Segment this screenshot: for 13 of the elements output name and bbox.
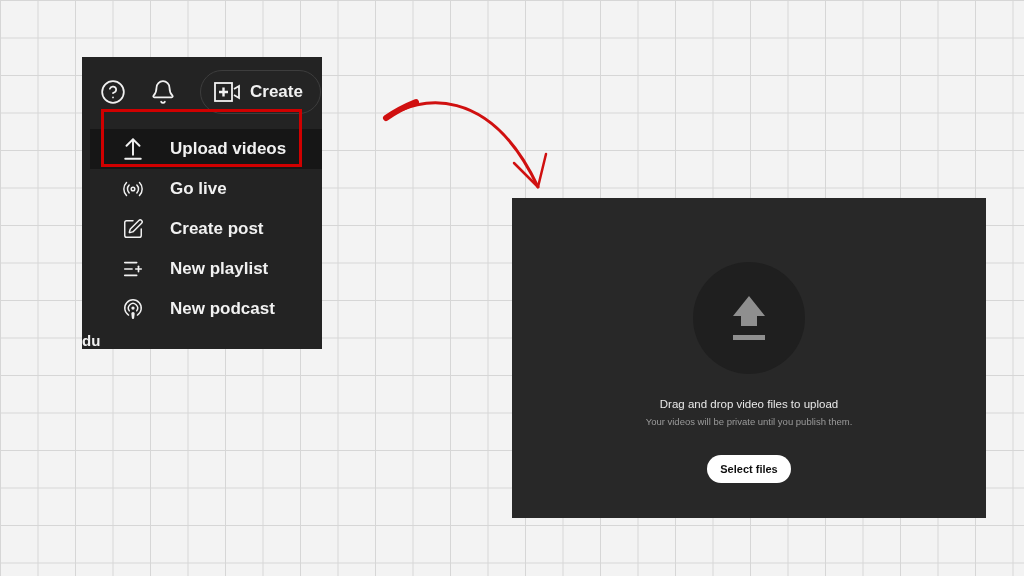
menu-item[interactable]: Upload videos [90,129,322,169]
create-button[interactable]: Create [200,70,321,114]
podcast-icon [122,298,144,320]
upload-arrow-icon [122,138,144,160]
pencil-square-icon [122,218,144,240]
cut-off-text: du [82,333,101,348]
privacy-note: Your videos will be private until you publish them. [645,416,853,428]
drop-zone-heading: Drag and drop video files to upload [659,397,839,411]
video-plus-icon [214,82,240,102]
help-icon[interactable] [100,79,126,105]
upload-icon [693,262,805,374]
bell-icon[interactable] [150,79,176,105]
select-files-button[interactable]: Select files [707,455,791,483]
